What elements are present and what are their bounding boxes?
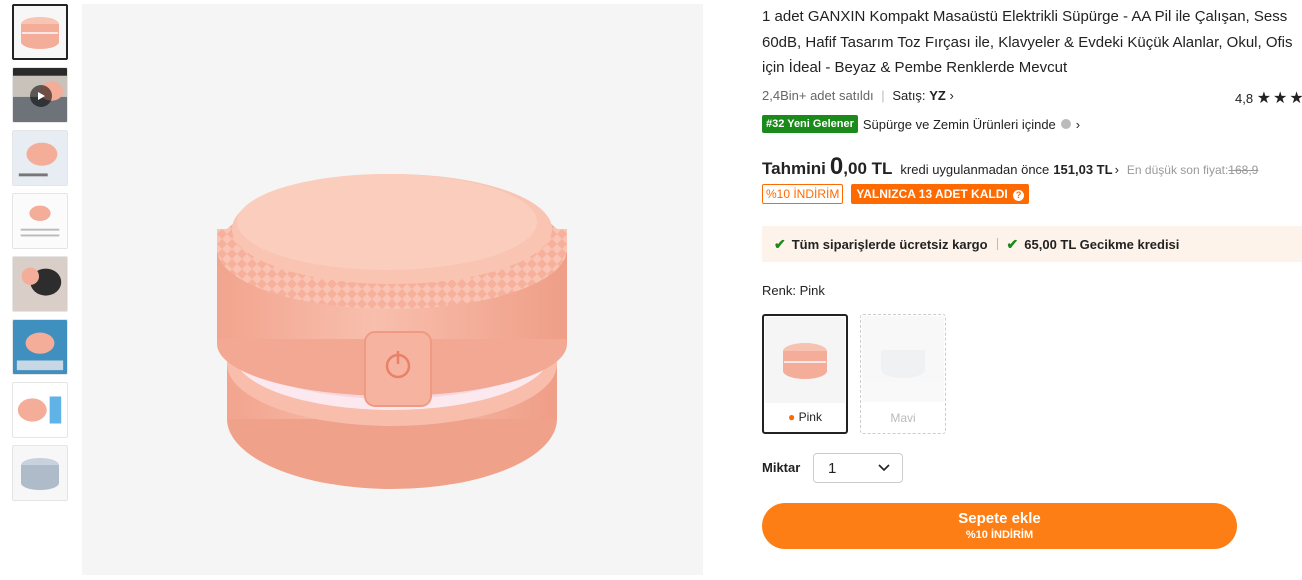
color-label: Renk: Pink xyxy=(762,283,825,298)
mavi-swatch-image xyxy=(862,316,944,402)
chevron-down-icon xyxy=(878,464,890,472)
question-icon: ? xyxy=(1013,190,1025,201)
info-icon xyxy=(1060,119,1071,129)
color-option-pink[interactable]: ● Pink xyxy=(762,314,848,434)
product-title-line-2: 60dB, Hafif Tasarım Toz Fırçası ile, Kla… xyxy=(762,33,1293,51)
lowest-price-value: 168,9 xyxy=(1228,163,1259,177)
product-title-line-1: 1 adet GANXIN Kompakt Masaüstü Elektrikl… xyxy=(762,8,1288,25)
seller-name-link[interactable]: YZ xyxy=(929,88,946,103)
thumbnail-7[interactable] xyxy=(12,382,68,438)
chevron-right-icon: › xyxy=(949,88,954,103)
thumbnail-4[interactable] xyxy=(12,193,68,249)
rating-value: 4,8 xyxy=(1235,91,1254,106)
thumbnail-1[interactable] xyxy=(12,4,68,60)
pink-label: Pink xyxy=(798,410,822,424)
price-note: kredi uygulanmadan önce xyxy=(900,162,1050,177)
rating[interactable]: 4,8 ★★★ xyxy=(1235,88,1302,108)
chevron-right-icon: › xyxy=(1075,116,1081,132)
flame-icon: ● xyxy=(788,410,796,424)
check-icon: ✔ xyxy=(774,235,786,252)
rank-row[interactable]: #32 Yeni Gelener Süpürge ve Zemin Ürünle… xyxy=(762,115,1080,133)
color-option-name: ● Pink xyxy=(764,410,846,424)
quantity-value: 1 xyxy=(828,459,837,477)
lowest-price-label: En düşük son fiyat: xyxy=(1126,163,1229,177)
free-shipping-text: Tüm siparişlerde ücretsiz kargo xyxy=(791,236,988,252)
chevron-right-icon: › xyxy=(1114,162,1119,177)
rank-badge: #32 Yeni Gelener xyxy=(762,115,858,133)
product-title-line-3: için İdeal - Beyaz & Pembe Renklerde Mev… xyxy=(762,59,1068,76)
color-option-mavi[interactable]: Mavi xyxy=(860,314,946,434)
tag-row: %10 İNDİRİM YALNIZCA 13 ADET KALDI ? xyxy=(762,184,1030,204)
thumbnail-6[interactable] xyxy=(12,319,68,375)
price-label: Tahmini xyxy=(762,159,826,178)
stock-tag[interactable]: YALNIZCA 13 ADET KALDI ? xyxy=(851,184,1030,204)
cart-sub-label: %10 İNDİRİM xyxy=(965,529,1034,541)
star-icon: ★★★ xyxy=(1256,90,1302,107)
price-dec: ,00 TL xyxy=(843,159,893,178)
product-title: 1 adet GANXIN Kompakt Masaüstü Elektrikl… xyxy=(762,4,1302,81)
price-int: 0 xyxy=(829,153,844,180)
product-meta: 2,4Bin+ adet satıldı | Satış: YZ › xyxy=(762,88,954,103)
thumbnail-list xyxy=(12,4,72,508)
color-option-name: Mavi xyxy=(890,411,916,425)
thumbnail-video[interactable] xyxy=(12,67,68,123)
pink-swatch-image xyxy=(765,317,845,403)
discount-tag: %10 İNDİRİM xyxy=(762,184,844,204)
stock-tag-text: YALNIZCA 13 ADET KALDI xyxy=(856,187,1008,201)
check-icon: ✔ xyxy=(1006,235,1019,252)
seller-label: Satış: xyxy=(892,88,926,103)
quantity-label: Miktar xyxy=(762,460,801,475)
price-before-credit[interactable]: 151,03 TL xyxy=(1053,162,1112,177)
price-row: Tahmini 0 ,00 TL kredi uygulanmadan önce… xyxy=(762,153,1258,181)
play-icon xyxy=(30,85,52,107)
divider: | xyxy=(881,88,885,103)
quantity-select[interactable]: 1 xyxy=(813,453,903,483)
thumbnail-5[interactable] xyxy=(12,256,68,312)
thumbnail-3[interactable] xyxy=(12,130,68,186)
sold-count: 2,4Bin+ adet satıldı xyxy=(762,88,874,103)
delay-credit-text: 65,00 TL Gecikme kredisi xyxy=(1024,236,1180,252)
cart-label: Sepete ekle xyxy=(958,510,1041,527)
rank-category: Süpürge ve Zemin Ürünleri içinde xyxy=(862,116,1056,132)
add-to-cart-button[interactable]: Sepete ekle %10 İNDİRİM xyxy=(762,503,1237,549)
divider xyxy=(996,238,998,250)
thumbnail-8[interactable] xyxy=(12,445,68,501)
main-product-image[interactable] xyxy=(82,4,703,575)
shipping-banner[interactable]: ✔ Tüm siparişlerde ücretsiz kargo ✔ 65,0… xyxy=(762,226,1302,262)
